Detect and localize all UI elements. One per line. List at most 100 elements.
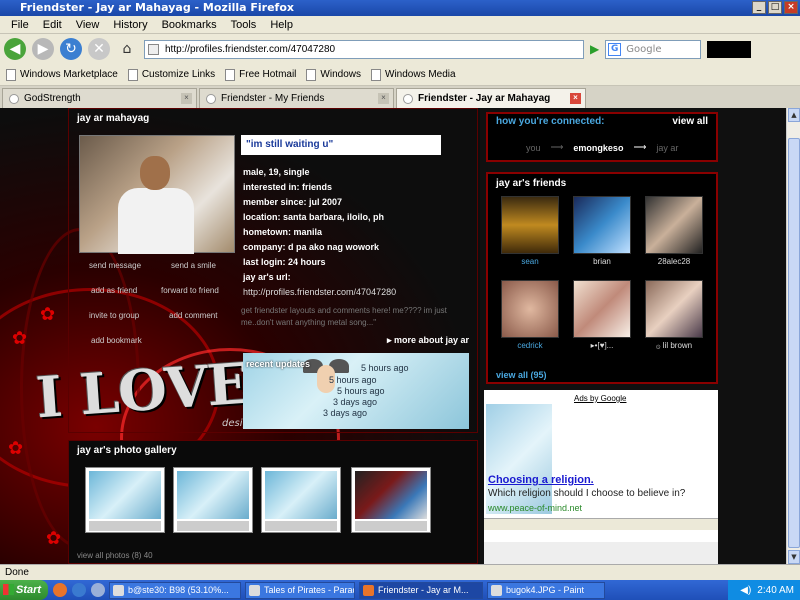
friend-photo <box>645 196 703 254</box>
recent-updates-box: recent updates 5 hours ago 5 hours ago 5… <box>243 353 469 429</box>
back-button[interactable]: ◀ <box>4 38 26 60</box>
bookmark-windows-marketplace[interactable]: Windows Marketplace <box>6 68 118 81</box>
taskbar-item-b-ste30[interactable]: b@ste30: B98 (53.10%... <box>109 581 241 599</box>
close-window-button[interactable]: × <box>784 1 798 14</box>
firefox-quicklaunch-icon[interactable] <box>53 583 67 597</box>
update-row[interactable]: 5 hours ago <box>361 363 409 373</box>
photo-gallery: jay ar's photo gallery view all photos (… <box>68 440 478 564</box>
flower-icon: ✿ <box>12 328 28 349</box>
menu-history[interactable]: History <box>106 19 154 31</box>
stop-button[interactable]: ✕ <box>88 38 110 60</box>
friend-card[interactable]: 28alec28 <box>644 196 704 266</box>
friend-photo <box>501 280 559 338</box>
connection-via-link[interactable]: emongkeso <box>573 143 623 153</box>
profile-url-link[interactable]: http://profiles.friendster.com/47047280 <box>243 285 396 300</box>
gallery-thumbnail[interactable] <box>351 467 431 533</box>
scrollbar-thumb[interactable] <box>788 138 800 548</box>
info-url-label: jay ar's url: <box>243 272 291 282</box>
gallery-thumbnail[interactable] <box>173 467 253 533</box>
update-row[interactable]: 5 hours ago <box>337 386 385 396</box>
send-message-link[interactable]: send message <box>89 261 141 270</box>
friend-name: cedrick <box>517 341 543 350</box>
maximize-button[interactable]: □ <box>768 1 782 14</box>
friend-card[interactable]: brian <box>572 196 632 266</box>
ads-by-google-link[interactable]: Ads by Google <box>574 394 626 403</box>
friend-card[interactable]: ▸•[♥]... <box>572 280 632 350</box>
update-row[interactable]: 3 days ago <box>333 397 377 407</box>
update-row[interactable]: 5 hours ago <box>329 375 377 385</box>
scroll-down-arrow-icon[interactable]: ▼ <box>788 550 800 564</box>
more-about-link[interactable]: ▸ more about jay ar <box>387 335 469 346</box>
paint-icon <box>491 584 502 596</box>
view-all-photos-link[interactable]: view all photos (8) 40 <box>77 551 153 560</box>
bookmark-windows-media[interactable]: Windows Media <box>371 68 456 81</box>
url-bar[interactable]: http://profiles.friendster.com/47047280 <box>144 39 584 59</box>
ad-lower-area <box>484 542 718 564</box>
connection-target: jay ar <box>656 142 679 153</box>
scroll-up-arrow-icon[interactable]: ▲ <box>788 108 800 122</box>
invite-to-group-link[interactable]: invite to group <box>89 311 139 320</box>
start-button[interactable]: Start <box>0 580 48 600</box>
menu-bar: File Edit View History Bookmarks Tools H… <box>0 16 800 34</box>
info-interested-in: interested in: friends <box>243 182 333 192</box>
tab-jay-ar-mahayag[interactable]: Friendster - Jay ar Mahayag × <box>396 88 586 108</box>
toolbar-blank-box <box>707 40 752 58</box>
menu-edit[interactable]: Edit <box>36 19 69 31</box>
ad-url[interactable]: www.peace-of-mind.net <box>488 503 582 513</box>
thumbnail-image <box>265 471 337 519</box>
menu-view[interactable]: View <box>69 19 107 31</box>
bookmark-customize-links[interactable]: Customize Links <box>127 68 215 81</box>
taskbar-item-paint[interactable]: bugok4.JPG - Paint <box>487 581 605 599</box>
go-arrow-icon[interactable]: ▶ <box>590 42 599 56</box>
messenger-quicklaunch-icon[interactable] <box>91 583 105 597</box>
clock[interactable]: 2:40 AM <box>757 585 794 596</box>
tab-godstrength[interactable]: GodStrength × <box>2 88 197 108</box>
gallery-thumbnail[interactable] <box>85 467 165 533</box>
window-titlebar: Friendster - Jay ar Mahayag - Mozilla Fi… <box>0 0 800 16</box>
bookmark-windows[interactable]: Windows <box>306 68 361 81</box>
taskbar-item-tales-of-pirates[interactable]: Tales of Pirates - Paradis... <box>245 581 355 599</box>
bookmark-free-hotmail[interactable]: Free Hotmail <box>225 68 296 81</box>
forward-button[interactable]: ▶ <box>32 38 54 60</box>
tab-close-icon[interactable]: × <box>181 93 192 104</box>
friends-view-all-link[interactable]: view all (95) <box>496 370 547 380</box>
add-bookmark-link[interactable]: add bookmark <box>91 336 142 345</box>
menu-bookmarks[interactable]: Bookmarks <box>155 19 224 31</box>
menu-help[interactable]: Help <box>263 19 300 31</box>
connection-title: how you're connected: <box>496 116 605 127</box>
friend-card[interactable]: ۞ lil brown <box>644 280 704 350</box>
menu-file[interactable]: File <box>4 19 36 31</box>
arrow-right-icon: ⟶ <box>633 142 647 152</box>
ie-quicklaunch-icon[interactable] <box>72 583 86 597</box>
add-comment-link[interactable]: add comment <box>169 311 217 320</box>
page-vertical-scrollbar[interactable]: ▲ ▼ <box>786 108 800 564</box>
ad-horizontal-scrollbar[interactable] <box>484 518 718 530</box>
update-row[interactable]: 3 days ago <box>323 408 367 418</box>
flower-icon: ✿ <box>40 304 56 325</box>
menu-tools[interactable]: Tools <box>224 19 264 31</box>
search-input[interactable]: G Google <box>605 39 702 59</box>
tab-strip: GodStrength × Friendster - My Friends × … <box>0 86 800 108</box>
add-as-friend-link[interactable]: add as friend <box>91 286 137 295</box>
forward-to-friend-link[interactable]: forward to friend <box>161 286 219 295</box>
taskbar-item-friendster[interactable]: Friendster - Jay ar M... <box>359 581 483 599</box>
friend-card[interactable]: sean <box>500 196 560 266</box>
bookmarks-toolbar: Windows Marketplace Customize Links Free… <box>0 64 800 86</box>
friend-card[interactable]: cedrick <box>500 280 560 350</box>
app-icon <box>249 584 260 596</box>
volume-icon[interactable]: ◀) <box>740 585 751 596</box>
gallery-thumbnail[interactable] <box>261 467 341 533</box>
connection-view-all-link[interactable]: view all <box>672 116 708 127</box>
profile-photo[interactable] <box>79 135 235 254</box>
friend-name: ۞ lil brown <box>655 341 693 350</box>
minimize-button[interactable]: _ <box>752 1 766 14</box>
info-company: company: d pa ako nag wowork <box>243 242 380 252</box>
tab-my-friends[interactable]: Friendster - My Friends × <box>199 88 394 108</box>
tab-close-icon[interactable]: × <box>378 93 389 104</box>
home-button[interactable]: ⌂ <box>116 38 138 60</box>
send-smile-link[interactable]: send a smile <box>171 261 216 270</box>
friends-title: jay ar's friends <box>496 178 567 189</box>
reload-button[interactable]: ↻ <box>60 38 82 60</box>
ad-title-link[interactable]: Choosing a religion. <box>488 474 594 486</box>
tab-close-icon[interactable]: × <box>570 93 581 104</box>
